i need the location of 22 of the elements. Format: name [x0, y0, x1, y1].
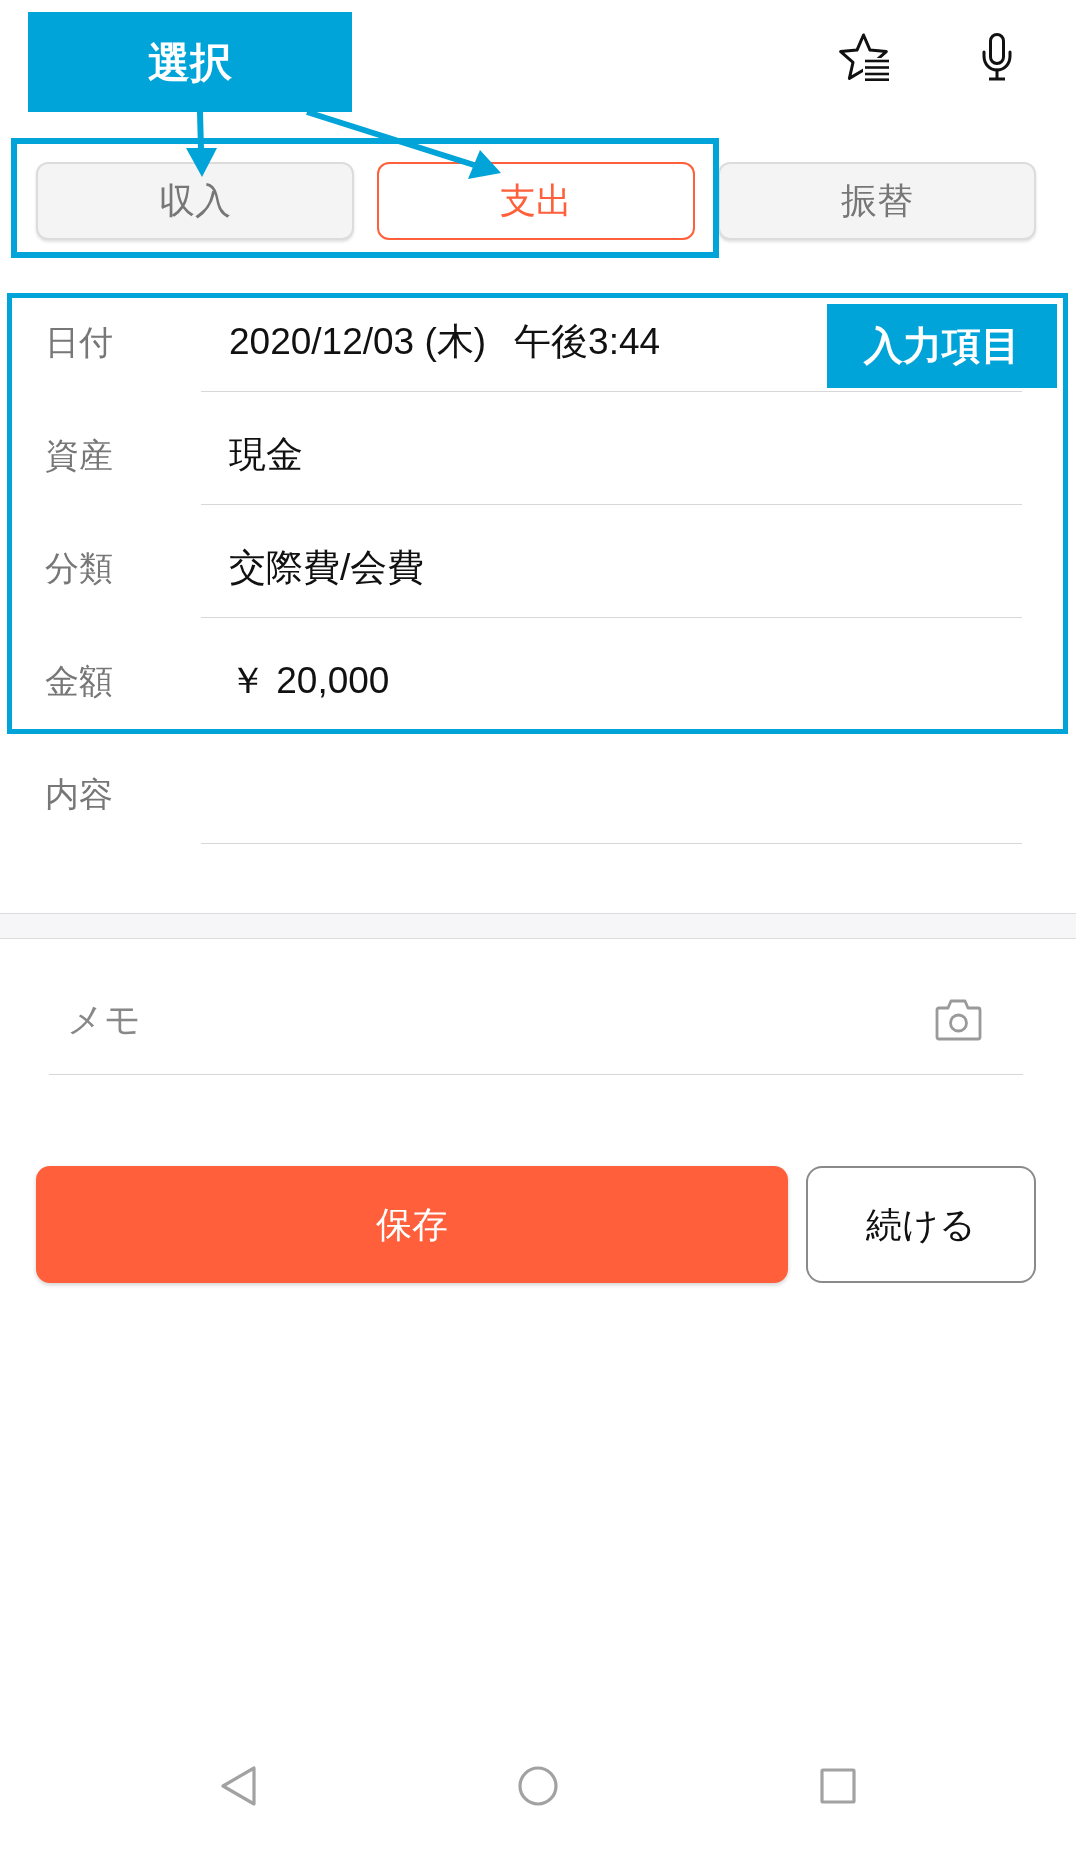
continue-button[interactable]: 続ける: [806, 1166, 1036, 1283]
callout-label: 入力項目: [827, 304, 1057, 388]
type-tab[interactable]: 収入: [36, 162, 354, 240]
field-label: 内容: [45, 777, 114, 811]
field-label: 金額: [45, 664, 114, 698]
callout-label: 選択: [28, 12, 352, 112]
type-tab[interactable]: 振替: [718, 162, 1036, 240]
recents-icon[interactable]: [819, 1768, 856, 1804]
field-label: 分類: [45, 551, 114, 585]
input-field[interactable]: 交際費/会費: [201, 505, 821, 617]
callout-arrow: [186, 111, 217, 177]
field-label: 資産: [45, 438, 114, 472]
input-field[interactable]: ￥ 20,000: [201, 618, 821, 730]
memo-field[interactable]: メモ: [49, 965, 935, 1074]
back-icon[interactable]: [220, 1766, 256, 1806]
input-field[interactable]: 2020/12/03 (木) 午後3:44: [201, 279, 821, 391]
field-label: 日付: [45, 325, 114, 359]
input-field[interactable]: 現金: [201, 392, 821, 504]
home-icon[interactable]: [517, 1766, 558, 1806]
microphone-icon[interactable]: [982, 33, 1012, 81]
favorites-list-icon[interactable]: [839, 33, 889, 81]
camera-icon[interactable]: [935, 998, 982, 1041]
